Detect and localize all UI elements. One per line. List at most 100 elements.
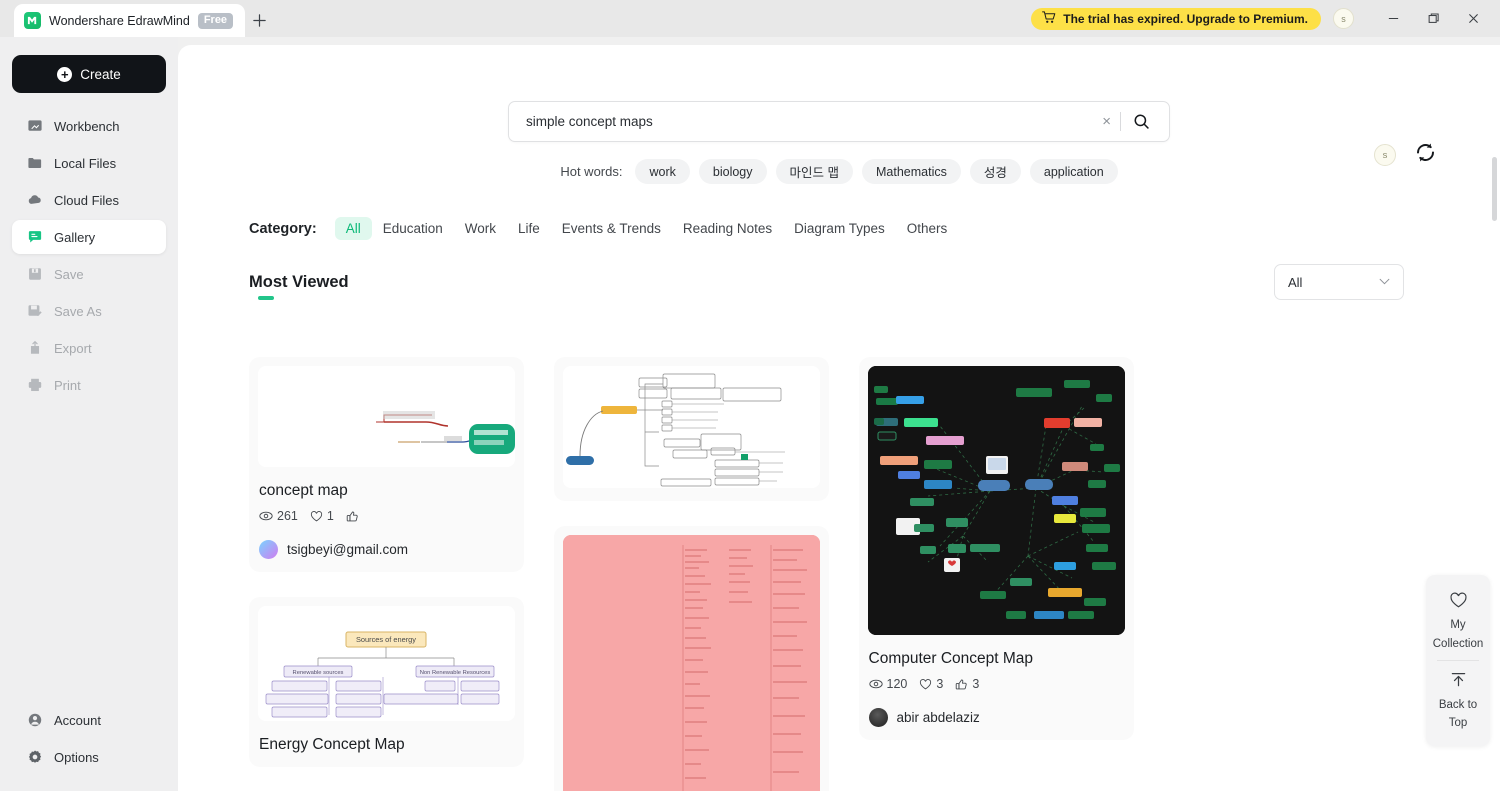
likes-stat: 1 xyxy=(310,509,334,523)
likes-count: 1 xyxy=(326,509,334,523)
template-thumbnail[interactable]: Sources of energy Renewable sources Non … xyxy=(258,606,515,721)
eye-icon xyxy=(868,677,883,691)
back-to-top-label-line2: Top xyxy=(1448,716,1468,729)
template-thumbnail[interactable] xyxy=(562,366,820,488)
category-item-events-trends[interactable]: Events & Trends xyxy=(551,217,672,240)
sidebar-item-label: Options xyxy=(54,749,99,765)
sidebar-item-label: Workbench xyxy=(54,118,120,134)
clear-search-icon[interactable]: × xyxy=(1093,114,1120,129)
hot-word-chip[interactable]: biology xyxy=(698,159,767,184)
sidebar-item-save-as[interactable]: Save As xyxy=(12,294,166,328)
svg-text:Renewable sources: Renewable sources xyxy=(293,670,344,676)
card-stats: 261 1 xyxy=(259,509,515,523)
user-avatar-titlebar[interactable]: s xyxy=(1333,8,1354,29)
card-author[interactable]: tsigbeyi@gmail.com xyxy=(259,540,515,559)
category-item-work[interactable]: Work xyxy=(454,217,507,240)
heart-icon xyxy=(919,678,932,691)
cloud-icon xyxy=(26,192,43,209)
template-card[interactable] xyxy=(553,526,829,791)
sort-filter-select[interactable]: All xyxy=(1274,264,1404,300)
main-panel: App ⌄ ⌄ ⌄ × s xyxy=(178,45,1500,791)
template-thumbnail[interactable] xyxy=(258,366,515,467)
sidebar-item-export[interactable]: Export xyxy=(12,331,166,365)
computer-concept-map-preview xyxy=(867,366,1125,635)
category-item-life[interactable]: Life xyxy=(507,217,551,240)
sidebar-item-cloud-files[interactable]: Cloud Files xyxy=(12,183,166,217)
category-item-all[interactable]: All xyxy=(334,217,372,240)
author-name: abir abdelaziz xyxy=(896,710,980,725)
user-avatar-gallery[interactable]: s xyxy=(1374,144,1396,166)
app-tab[interactable]: Wondershare EdrawMind Free xyxy=(14,4,246,37)
section-header: Most Viewed All xyxy=(249,264,1404,300)
maximize-restore-button[interactable] xyxy=(1414,0,1452,37)
sidebar-bottom-nav: Account Options xyxy=(0,700,178,777)
back-to-top-label-line1: Back to xyxy=(1438,698,1478,711)
my-collection-label-line2: Collection xyxy=(1432,637,1484,650)
hot-word-chip[interactable]: 마인드 맵 xyxy=(775,159,853,184)
views-count: 120 xyxy=(886,677,908,691)
create-button[interactable]: + Create xyxy=(12,55,166,93)
hot-word-chip[interactable]: work xyxy=(635,159,690,184)
save-icon xyxy=(26,266,43,283)
cart-icon xyxy=(1042,10,1056,27)
sidebar: + Create Workbench Local Files Cloud Fil… xyxy=(0,37,178,791)
energy-concept-map-preview: Sources of energy Renewable sources Non … xyxy=(258,606,515,721)
template-card[interactable]: Computer Concept Map 120 3 3 abir abdela… xyxy=(858,357,1134,740)
sidebar-item-account[interactable]: Account xyxy=(12,703,166,737)
thumbs-stat: 3 xyxy=(955,677,979,691)
close-button[interactable] xyxy=(1454,0,1492,37)
search-icon[interactable] xyxy=(1121,113,1159,130)
sidebar-item-gallery[interactable]: Gallery xyxy=(12,220,166,254)
new-tab-button[interactable] xyxy=(245,4,273,37)
sidebar-item-label: Local Files xyxy=(54,155,117,171)
template-card[interactable]: concept map 261 1 tsigbeyi@gmail.com xyxy=(249,357,524,572)
minimize-button[interactable] xyxy=(1374,0,1412,37)
title-bar: Wondershare EdrawMind Free The trial has… xyxy=(0,0,1500,37)
workbench-icon xyxy=(26,118,43,135)
folder-icon xyxy=(26,155,43,172)
likes-stat: 3 xyxy=(919,677,943,691)
card-title: Computer Concept Map xyxy=(868,650,1034,667)
search-input[interactable] xyxy=(526,114,1094,129)
back-to-top-button[interactable]: Back to Top xyxy=(1426,662,1490,738)
card-stats: 120 3 3 xyxy=(868,677,1125,691)
arrow-up-to-line-icon xyxy=(1449,670,1468,693)
hot-word-chip[interactable]: 성경 xyxy=(969,159,1021,184)
sidebar-item-local-files[interactable]: Local Files xyxy=(12,146,166,180)
thumbs-count: 3 xyxy=(972,677,980,691)
panel-divider xyxy=(1437,660,1479,662)
template-thumbnail[interactable] xyxy=(867,366,1125,635)
my-collection-label-line1: My xyxy=(1450,619,1466,632)
floating-side-panel: My Collection Back to Top xyxy=(1426,575,1490,747)
category-item-diagram-types[interactable]: Diagram Types xyxy=(783,217,896,240)
hot-word-chip[interactable]: application xyxy=(1029,159,1118,184)
card-author[interactable]: abir abdelaziz xyxy=(868,708,1125,727)
template-grid: concept map 261 1 tsigbeyi@gmail.com Sou… xyxy=(249,357,1439,791)
category-item-reading-notes[interactable]: Reading Notes xyxy=(672,217,783,240)
template-thumbnail[interactable] xyxy=(562,535,820,791)
vertical-scrollbar[interactable] xyxy=(1492,157,1497,221)
window-controls-area: The trial has expired. Upgrade to Premiu… xyxy=(1031,0,1500,37)
export-icon xyxy=(26,340,43,357)
search-box[interactable]: × xyxy=(508,101,1170,142)
sidebar-item-label: Save As xyxy=(54,303,102,319)
concept-map-preview xyxy=(258,366,515,467)
template-card[interactable]: Sources of energy Renewable sources Non … xyxy=(249,597,524,767)
outline-mind-map-preview xyxy=(562,366,820,488)
trial-expired-banner[interactable]: The trial has expired. Upgrade to Premiu… xyxy=(1031,7,1321,30)
sidebar-item-label: Save xyxy=(54,266,84,282)
sidebar-item-save[interactable]: Save xyxy=(12,257,166,291)
refresh-icon[interactable] xyxy=(1413,140,1438,170)
template-card[interactable] xyxy=(553,357,829,501)
category-item-education[interactable]: Education xyxy=(372,217,454,240)
sidebar-nav: Workbench Local Files Cloud Files Galler… xyxy=(0,109,178,402)
sidebar-item-workbench[interactable]: Workbench xyxy=(12,109,166,143)
card-title: Energy Concept Map xyxy=(259,736,405,753)
category-item-others[interactable]: Others xyxy=(896,217,959,240)
views-stat: 261 xyxy=(259,509,298,523)
hot-word-chip[interactable]: Mathematics xyxy=(862,159,961,184)
sidebar-item-options[interactable]: Options xyxy=(12,740,166,774)
sidebar-item-print[interactable]: Print xyxy=(12,368,166,402)
my-collection-button[interactable]: My Collection xyxy=(1426,583,1490,659)
eye-icon xyxy=(259,509,273,523)
